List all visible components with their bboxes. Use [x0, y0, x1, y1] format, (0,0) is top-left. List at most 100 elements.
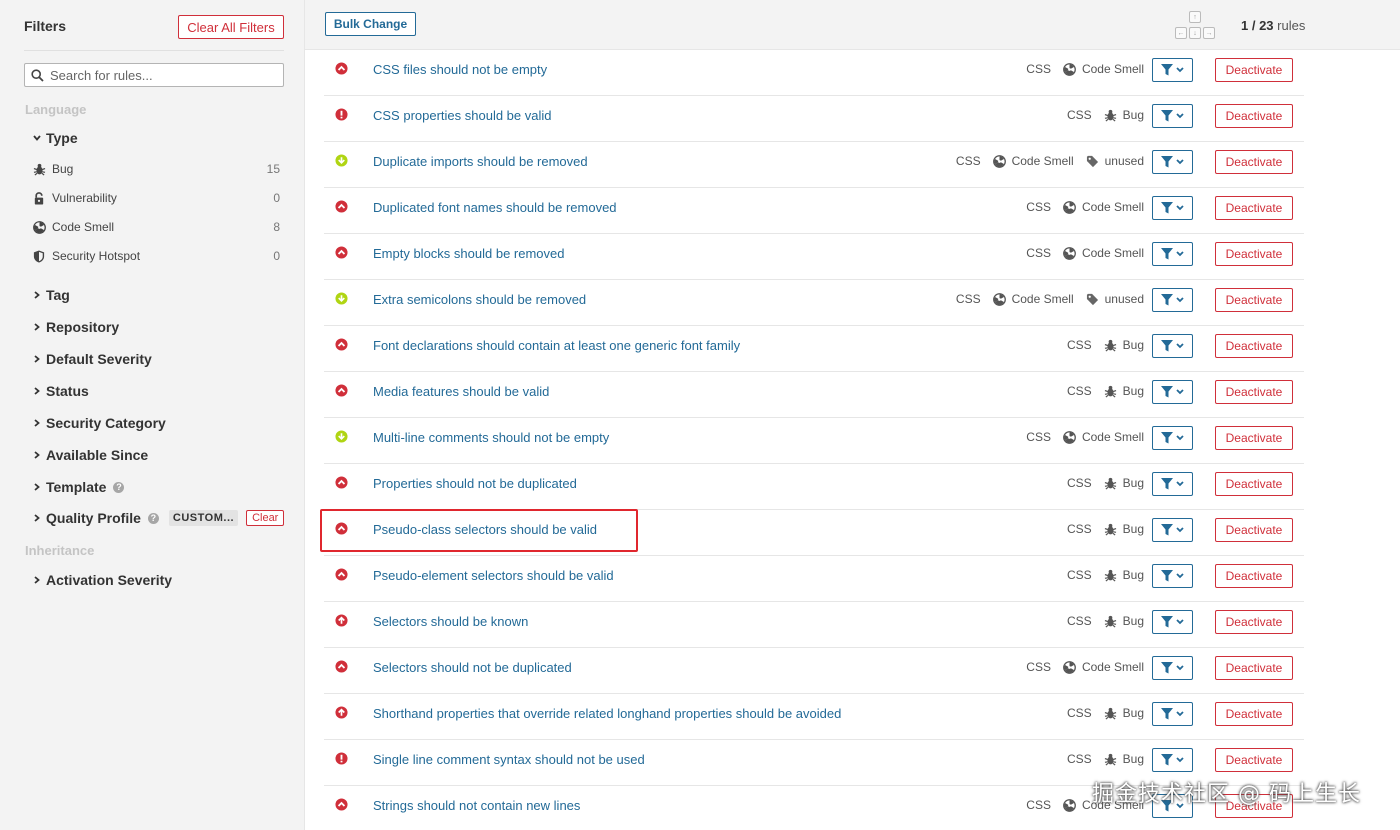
filter-similar-button[interactable]	[1152, 426, 1193, 450]
deactivate-button[interactable]: Deactivate	[1215, 656, 1293, 680]
filter-similar-button[interactable]	[1152, 288, 1193, 312]
rule-language: CSS	[1066, 384, 1092, 398]
deactivate-button[interactable]: Deactivate	[1215, 472, 1293, 496]
rule-row[interactable]: Empty blocks should be removed CSS Code Sm…	[324, 234, 1304, 280]
filter-similar-button[interactable]	[1152, 564, 1193, 588]
section-language[interactable]: Language	[25, 102, 86, 117]
rule-name-link[interactable]: Font declarations should contain at leas…	[373, 338, 740, 353]
deactivate-button[interactable]: Deactivate	[1215, 426, 1293, 450]
radiation-icon	[1063, 430, 1077, 444]
facet-type[interactable]: Type	[30, 130, 78, 146]
filter-similar-button[interactable]	[1152, 610, 1193, 634]
rule-name-link[interactable]: CSS files should not be empty	[373, 62, 547, 77]
facet-activation-severity[interactable]: Activation Severity	[30, 572, 172, 588]
filter-similar-button[interactable]	[1152, 472, 1193, 496]
rule-row[interactable]: Duplicated font names should be removed C…	[324, 188, 1304, 234]
rule-name-link[interactable]: Selectors should not be duplicated	[373, 660, 572, 675]
deactivate-button[interactable]: Deactivate	[1215, 748, 1293, 772]
rule-tag[interactable]: unused	[1086, 154, 1144, 168]
rule-row[interactable]: Pseudo-class selectors should be valid CS…	[324, 510, 1304, 556]
rule-type: Bug	[1122, 522, 1144, 536]
rule-tag[interactable]: unused	[1086, 292, 1144, 306]
severity-critical-icon	[335, 62, 348, 75]
deactivate-button[interactable]: Deactivate	[1215, 150, 1293, 174]
filter-similar-button[interactable]	[1152, 58, 1193, 82]
facet-tag[interactable]: Tag	[30, 287, 70, 303]
deactivate-button[interactable]: Deactivate	[1215, 58, 1293, 82]
rule-row[interactable]: Shorthand properties that override relat…	[324, 694, 1304, 740]
deactivate-button[interactable]: Deactivate	[1215, 104, 1293, 128]
quality-profile-clear-button[interactable]: Clear	[246, 510, 285, 526]
rule-name-link[interactable]: Single line comment syntax should not be…	[373, 752, 645, 767]
deactivate-button[interactable]: Deactivate	[1215, 380, 1293, 404]
radiation-icon	[993, 154, 1007, 168]
rule-name-link[interactable]: Duplicate imports should be removed	[373, 154, 588, 169]
rule-name-link[interactable]: Extra semicolons should be removed	[373, 292, 586, 307]
rule-row[interactable]: Multi-line comments should not be empty C…	[324, 418, 1304, 464]
sidebar-divider	[24, 50, 284, 51]
facet-quality-profile[interactable]: Quality Profile ? CUSTOM... Clear	[30, 510, 285, 526]
filter-similar-button[interactable]	[1152, 702, 1193, 726]
deactivate-button[interactable]: Deactivate	[1215, 702, 1293, 726]
rule-row[interactable]: CSS properties should be valid CSS Bug Deac…	[324, 96, 1304, 142]
type-item-code-smell[interactable]: Code Smell 8	[32, 220, 280, 234]
facet-security-category[interactable]: Security Category	[30, 415, 166, 431]
type-item-vulnerability[interactable]: Vulnerability 0	[32, 191, 280, 205]
deactivate-button[interactable]: Deactivate	[1215, 334, 1293, 358]
filter-similar-button[interactable]	[1152, 748, 1193, 772]
facet-repository[interactable]: Repository	[30, 319, 119, 335]
rule-name-link[interactable]: Strings should not contain new lines	[373, 798, 580, 813]
deactivate-button[interactable]: Deactivate	[1215, 288, 1293, 312]
rule-name-link[interactable]: Pseudo-class selectors should be valid	[373, 522, 597, 537]
filter-similar-button[interactable]	[1152, 518, 1193, 542]
type-item-security-hotspot[interactable]: Security Hotspot 0	[32, 249, 280, 263]
rule-name-link[interactable]: Duplicated font names should be removed	[373, 200, 617, 215]
deactivate-button[interactable]: Deactivate	[1215, 610, 1293, 634]
rule-name-link[interactable]: Pseudo-element selectors should be valid	[373, 568, 614, 583]
rule-search-box[interactable]	[24, 63, 284, 87]
rule-name-link[interactable]: CSS properties should be valid	[373, 108, 552, 123]
filter-similar-button[interactable]	[1152, 104, 1193, 128]
rule-row[interactable]: Selectors should be known CSS Bug Deactivat…	[324, 602, 1304, 648]
deactivate-button[interactable]: Deactivate	[1215, 242, 1293, 266]
filter-similar-button[interactable]	[1152, 656, 1193, 680]
filter-similar-button[interactable]	[1152, 196, 1193, 220]
filter-similar-button[interactable]	[1152, 334, 1193, 358]
rule-name-link[interactable]: Media features should be valid	[373, 384, 549, 399]
rule-row[interactable]: Font declarations should contain at leas…	[324, 326, 1304, 372]
rule-row[interactable]: Properties should not be duplicated CSS Bu…	[324, 464, 1304, 510]
rule-row[interactable]: CSS files should not be empty CSS Code Sme…	[324, 50, 1304, 96]
help-icon[interactable]: ?	[147, 512, 159, 524]
search-input[interactable]	[50, 67, 270, 83]
section-inheritance[interactable]: Inheritance	[25, 543, 94, 558]
filter-similar-button[interactable]	[1152, 242, 1193, 266]
deactivate-button[interactable]: Deactivate	[1215, 564, 1293, 588]
facet-default-severity[interactable]: Default Severity	[30, 351, 152, 367]
type-item-bug[interactable]: Bug 15	[32, 162, 280, 176]
facet-status[interactable]: Status	[30, 383, 89, 399]
rule-type: Code Smell	[1081, 430, 1144, 444]
type-item-count: 0	[273, 249, 280, 263]
deactivate-button[interactable]: Deactivate	[1215, 196, 1293, 220]
rule-row[interactable]: Extra semicolons should be removed CSS Cod…	[324, 280, 1304, 326]
arrow-left-key-icon: ←	[1175, 27, 1187, 39]
facet-template[interactable]: Template ?	[30, 479, 125, 495]
rule-row[interactable]: Media features should be valid CSS Bug Deac…	[324, 372, 1304, 418]
rule-row[interactable]: Duplicate imports should be removed CSS Co…	[324, 142, 1304, 188]
bulk-change-button[interactable]: Bulk Change	[325, 12, 416, 36]
deactivate-button[interactable]: Deactivate	[1215, 518, 1293, 542]
rule-row[interactable]: Selectors should not be duplicated CSS Cod…	[324, 648, 1304, 694]
rule-name-link[interactable]: Shorthand properties that override relat…	[373, 706, 841, 721]
rule-name-link[interactable]: Multi-line comments should not be empty	[373, 430, 609, 445]
filter-similar-button[interactable]	[1152, 380, 1193, 404]
rule-name-link[interactable]: Selectors should be known	[373, 614, 528, 629]
filter-similar-button[interactable]	[1152, 150, 1193, 174]
rule-row[interactable]: Pseudo-element selectors should be valid…	[324, 556, 1304, 602]
rule-name-link[interactable]: Properties should not be duplicated	[373, 476, 577, 491]
filter-icon	[1160, 523, 1186, 537]
help-icon[interactable]: ?	[113, 481, 125, 493]
facet-available-since[interactable]: Available Since	[30, 447, 148, 463]
clear-all-filters-button[interactable]: Clear All Filters	[178, 15, 284, 39]
rule-name-link[interactable]: Empty blocks should be removed	[373, 246, 564, 261]
severity-critical-icon	[335, 798, 348, 811]
